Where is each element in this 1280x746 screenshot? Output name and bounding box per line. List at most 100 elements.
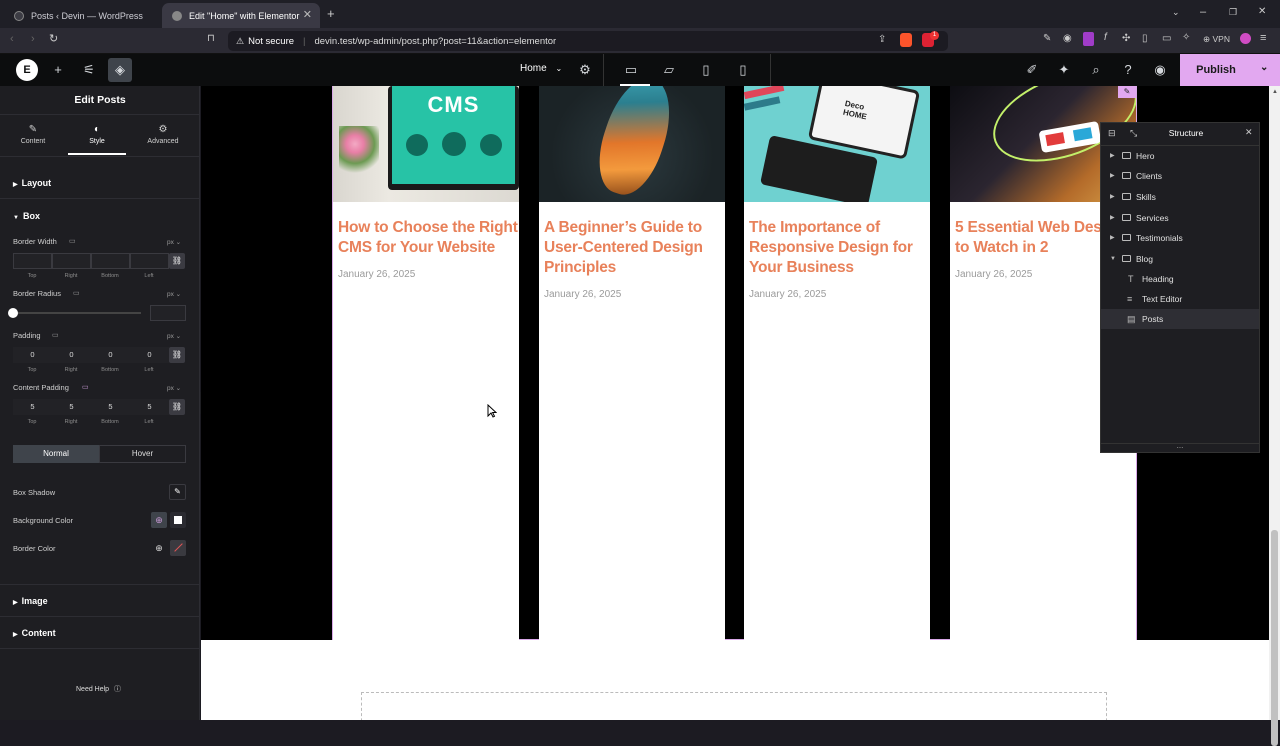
- state-tab-normal[interactable]: Normal: [13, 445, 99, 463]
- state-tab-hover[interactable]: Hover: [99, 445, 186, 463]
- border-width-bottom-input[interactable]: [91, 253, 130, 269]
- structure-item-services[interactable]: ▶ Services: [1101, 208, 1259, 228]
- close-tab-icon[interactable]: ✕: [303, 8, 312, 21]
- unit-select[interactable]: px ⌄: [167, 238, 181, 246]
- brave-shield-icon[interactable]: [900, 33, 912, 47]
- back-icon[interactable]: ‹: [10, 33, 14, 45]
- maximize-icon[interactable]: ❐: [1229, 7, 1237, 18]
- menu-icon[interactable]: ≡: [1260, 32, 1266, 44]
- tab-content[interactable]: ✎ Content: [0, 124, 66, 145]
- close-icon[interactable]: ✕: [1245, 127, 1253, 138]
- download-icon[interactable]: [1083, 32, 1094, 46]
- padding-left-input[interactable]: 0: [130, 347, 169, 363]
- link-values-icon[interactable]: ⛓: [169, 399, 185, 415]
- wallet-icon[interactable]: ▭: [1162, 33, 1171, 44]
- help-icon[interactable]: ?: [1120, 62, 1136, 78]
- add-element-icon[interactable]: +: [50, 62, 66, 78]
- sidebar-icon[interactable]: ▯: [1142, 33, 1148, 44]
- page-selector[interactable]: Home ⌄: [520, 63, 562, 74]
- post-card[interactable]: CMS How to Choose the Right CMS for Your…: [333, 86, 519, 640]
- settings-sliders-icon[interactable]: ⚟: [81, 62, 97, 78]
- scrollbar-thumb[interactable]: [1271, 530, 1278, 746]
- padding-top-input[interactable]: 0: [13, 347, 52, 363]
- chevron-down-icon[interactable]: ⌄: [1260, 62, 1268, 73]
- tab-advanced[interactable]: ⚙ Advanced: [130, 124, 196, 145]
- elementor-logo-icon[interactable]: E: [16, 59, 38, 81]
- responsive-desktop-icon[interactable]: ▭: [82, 383, 89, 391]
- font-icon[interactable]: f: [1104, 32, 1107, 43]
- reload-icon[interactable]: ↻: [49, 32, 58, 45]
- content-padding-top-input[interactable]: 5: [13, 399, 52, 415]
- unit-select[interactable]: px ⌄: [167, 384, 181, 392]
- structure-item-clients[interactable]: ▶ Clients: [1101, 166, 1259, 186]
- section-content[interactable]: ▶ Content: [13, 628, 56, 638]
- post-title[interactable]: The Importance of Responsive Design for …: [749, 218, 929, 278]
- border-radius-input[interactable]: [150, 305, 186, 321]
- global-colors-icon[interactable]: ⊕: [151, 512, 167, 528]
- structure-item-hero[interactable]: ▶ Hero: [1101, 146, 1259, 166]
- structure-item-testimonials[interactable]: ▶ Testimonials: [1101, 228, 1259, 248]
- border-width-right-input[interactable]: [52, 253, 91, 269]
- color-picker[interactable]: [170, 512, 186, 528]
- minimize-icon[interactable]: –: [1200, 6, 1206, 18]
- mobile-view-icon[interactable]: ▯: [735, 62, 751, 78]
- share-icon[interactable]: ⇪: [878, 34, 886, 45]
- laptop-view-icon[interactable]: ▱: [661, 62, 677, 78]
- structure-item-text-editor[interactable]: ≡ Text Editor: [1101, 289, 1259, 309]
- search-icon[interactable]: ⌕: [1088, 62, 1104, 78]
- structure-item-posts[interactable]: ▤ Posts: [1101, 309, 1259, 329]
- scroll-up-icon[interactable]: ▲: [1272, 89, 1278, 95]
- edit-pencil-icon[interactable]: ✎: [169, 484, 186, 500]
- section-layout[interactable]: ▶ Layout: [13, 178, 51, 188]
- post-thumbnail[interactable]: Deco HOME: [744, 86, 930, 202]
- leo-icon[interactable]: ✧: [1182, 32, 1190, 43]
- post-card[interactable]: Deco HOME The Importance of Responsive De…: [744, 86, 930, 640]
- border-radius-slider-handle[interactable]: [8, 308, 18, 318]
- chevron-down-icon[interactable]: ⌄: [1172, 7, 1180, 18]
- page-settings-gear-icon[interactable]: ⚙: [577, 62, 593, 78]
- profile-icon[interactable]: [1240, 33, 1251, 44]
- tab-style[interactable]: ◐ Style: [64, 124, 130, 145]
- structure-item-skills[interactable]: ▶ Skills: [1101, 187, 1259, 207]
- tablet-view-icon[interactable]: ▯: [698, 62, 714, 78]
- camera-icon[interactable]: ◉: [1063, 33, 1072, 44]
- new-tab-icon[interactable]: +: [327, 6, 335, 21]
- border-width-left-input[interactable]: [130, 253, 169, 269]
- global-colors-icon[interactable]: ⊕: [151, 540, 167, 556]
- post-title[interactable]: A Beginner’s Guide to User-Centered Desi…: [544, 218, 724, 278]
- responsive-desktop-icon[interactable]: ▭: [52, 331, 59, 339]
- desktop-view-icon[interactable]: ▭: [623, 62, 639, 78]
- structure-item-blog[interactable]: ▼ Blog: [1101, 249, 1259, 269]
- responsive-desktop-icon[interactable]: ▭: [69, 237, 76, 245]
- post-thumbnail[interactable]: [539, 86, 725, 202]
- canvas-scrollbar[interactable]: ▲: [1269, 86, 1280, 746]
- puzzle-icon[interactable]: ✣: [1122, 33, 1130, 44]
- structure-item-heading[interactable]: T Heading: [1101, 269, 1259, 289]
- notifications-icon[interactable]: ✦: [1056, 62, 1072, 78]
- padding-right-input[interactable]: 0: [52, 347, 91, 363]
- edit-handle-icon[interactable]: ✎: [1118, 86, 1136, 98]
- close-window-icon[interactable]: ✕: [1258, 6, 1266, 17]
- content-padding-left-input[interactable]: 5: [130, 399, 169, 415]
- need-help-link[interactable]: Need Help ⓘ: [76, 684, 121, 694]
- bookmark-icon[interactable]: ⊓: [207, 33, 215, 44]
- post-title[interactable]: How to Choose the Right CMS for Your Web…: [338, 218, 518, 258]
- ai-pen-icon[interactable]: ✐: [1024, 62, 1040, 78]
- publish-button[interactable]: Publish ⌄: [1180, 54, 1280, 86]
- browser-tab-elementor[interactable]: Edit "Home" with Elementor ✕: [162, 3, 320, 28]
- layers-icon[interactable]: ◈: [108, 58, 132, 82]
- forward-icon[interactable]: ›: [31, 33, 35, 45]
- padding-bottom-input[interactable]: 0: [91, 347, 130, 363]
- color-picker[interactable]: [170, 540, 186, 556]
- post-thumbnail[interactable]: CMS: [333, 86, 519, 202]
- responsive-desktop-icon[interactable]: ▭: [73, 289, 80, 297]
- border-radius-slider-track[interactable]: [13, 312, 141, 314]
- empty-drop-area[interactable]: [361, 692, 1107, 720]
- unit-select[interactable]: px ⌄: [167, 290, 181, 298]
- extension-icon[interactable]: ✎: [1043, 33, 1051, 44]
- border-width-top-input[interactable]: [13, 253, 52, 269]
- post-card[interactable]: A Beginner’s Guide to User-Centered Desi…: [539, 86, 725, 640]
- content-padding-bottom-input[interactable]: 5: [91, 399, 130, 415]
- resize-handle[interactable]: ...: [1101, 441, 1259, 450]
- url-field[interactable]: ⚠ Not secure | devin.test/wp-admin/post.…: [228, 31, 948, 51]
